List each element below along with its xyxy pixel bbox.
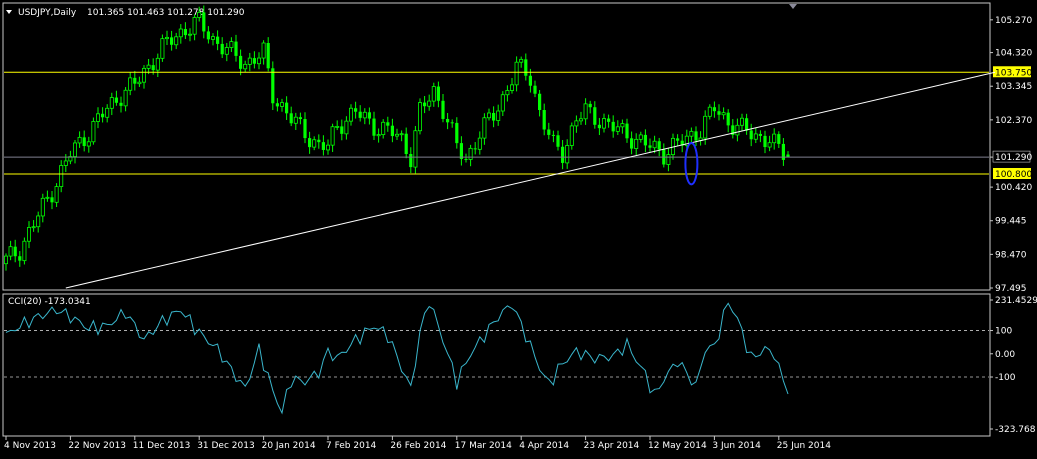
time-tick-label: 4 Nov 2013	[4, 441, 56, 451]
cci-tick-label: 100	[995, 327, 1012, 337]
level-label: 100.800	[995, 170, 1032, 180]
chart-canvas: USDJPY,Daily 101.365 101.463 101.278 101…	[0, 0, 1037, 455]
time-tick-label: 20 Jan 2014	[262, 441, 316, 451]
candle	[22, 237, 27, 265]
candle	[160, 34, 165, 62]
price-tick-label: 103.345	[995, 82, 1032, 92]
cci-tick-label: -323.768	[995, 425, 1036, 435]
price-tick-label: 100.420	[995, 183, 1032, 193]
time-tick-label: 4 Apr 2014	[519, 441, 569, 451]
cci-tick-label: 0.00	[995, 350, 1015, 360]
candle	[417, 98, 422, 135]
price-tick-label: 102.370	[995, 116, 1032, 126]
candle	[413, 125, 418, 174]
price-tick-label: 105.270	[995, 16, 1032, 26]
time-tick-label: 7 Feb 2014	[326, 441, 377, 451]
cci-indicator-title: CCI(20) -173.0341	[8, 297, 91, 307]
cci-tick-label: -100	[995, 373, 1016, 383]
price-tick-label: 99.445	[995, 217, 1027, 227]
candle	[271, 61, 275, 111]
time-tick-label: 22 Nov 2013	[68, 441, 126, 451]
price-tick-label: 98.470	[995, 250, 1027, 260]
time-tick-label: 25 Jun 2014	[777, 441, 831, 451]
candle	[91, 117, 96, 145]
current-price-label: 101.290	[995, 153, 1032, 163]
price-axis: 105.270 104.320 103.345 102.370 101.290 100.4…	[990, 16, 1032, 294]
price-tick-label: 104.320	[995, 49, 1032, 59]
cci-tick-label: 231.4529	[995, 296, 1037, 306]
chart-root: USDJPY,Daily 101.365 101.463 101.278 101…	[0, 0, 1037, 455]
time-tick-label: 17 Mar 2014	[455, 441, 512, 451]
chart-symbol-title: USDJPY,Daily	[18, 8, 77, 18]
time-tick-label: 31 Dec 2013	[197, 441, 255, 451]
candle	[569, 122, 574, 150]
time-tick-label: 3 Jun 2014	[712, 441, 761, 451]
chart-ohlc-values: 101.365 101.463 101.278 101.290	[87, 8, 245, 18]
level-label: 103.750	[995, 68, 1032, 78]
time-tick-label: 11 Dec 2013	[133, 441, 191, 451]
time-tick-label: 12 May 2014	[648, 441, 707, 451]
price-tick-label: 97.495	[995, 284, 1027, 294]
time-tick-label: 23 Apr 2014	[584, 441, 640, 451]
time-tick-label: 26 Feb 2014	[390, 441, 446, 451]
